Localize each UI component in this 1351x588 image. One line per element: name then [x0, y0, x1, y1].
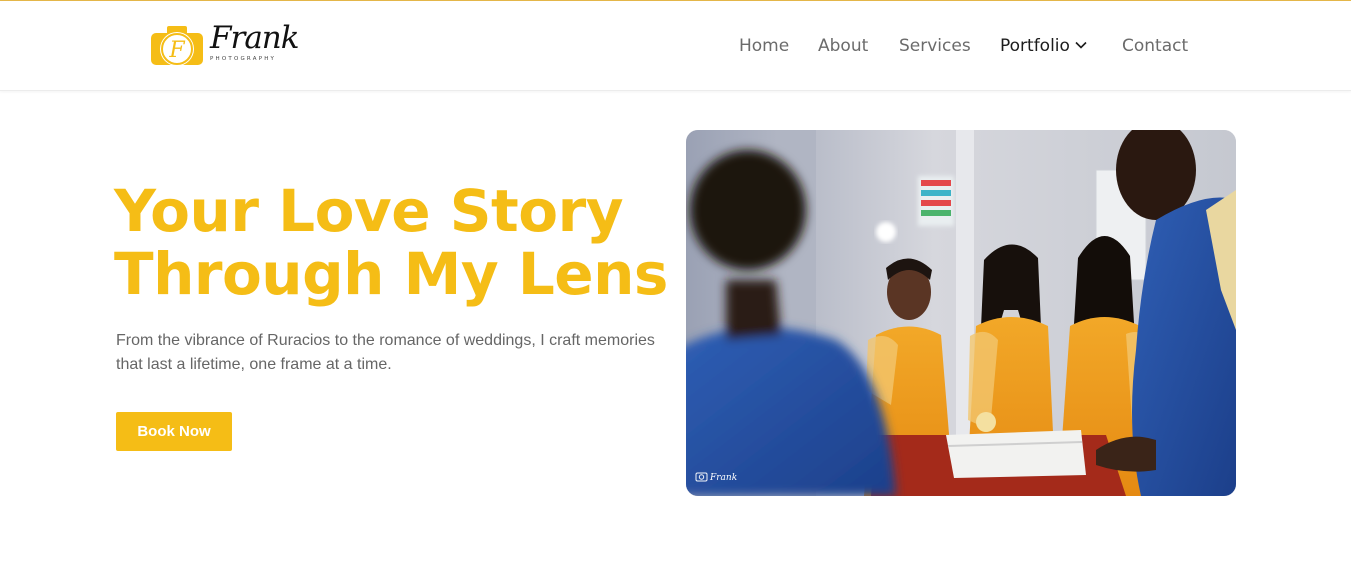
- camera-icon: F: [151, 26, 203, 66]
- hero-title-line-2: Through My Lens: [114, 240, 668, 308]
- brand-name: Frank: [210, 20, 300, 56]
- hero-description: From the vibrance of Ruracios to the rom…: [116, 332, 655, 373]
- nav-portfolio[interactable]: Portfolio: [1000, 35, 1088, 57]
- hero-title: Your Love Story Through My Lens: [114, 180, 674, 306]
- site-header: F Frank PHOTOGRAPHY Home About Services …: [0, 1, 1351, 91]
- hero-image: Frank: [686, 130, 1236, 496]
- svg-text:F: F: [168, 38, 185, 63]
- image-watermark: Frank: [709, 473, 737, 483]
- brand-logo[interactable]: F Frank PHOTOGRAPHY: [150, 21, 300, 71]
- nav-contact[interactable]: Contact: [1122, 35, 1188, 57]
- book-now-button[interactable]: Book Now: [116, 412, 232, 451]
- nav-portfolio-label: Portfolio: [1000, 36, 1070, 56]
- nav-services[interactable]: Services: [899, 35, 971, 57]
- nav-about[interactable]: About: [818, 35, 868, 57]
- nav-home[interactable]: Home: [739, 35, 789, 57]
- brand-tagline: PHOTOGRAPHY: [210, 56, 277, 62]
- chevron-down-icon: [1075, 41, 1087, 49]
- hero-title-line-1: Your Love Story: [114, 177, 624, 245]
